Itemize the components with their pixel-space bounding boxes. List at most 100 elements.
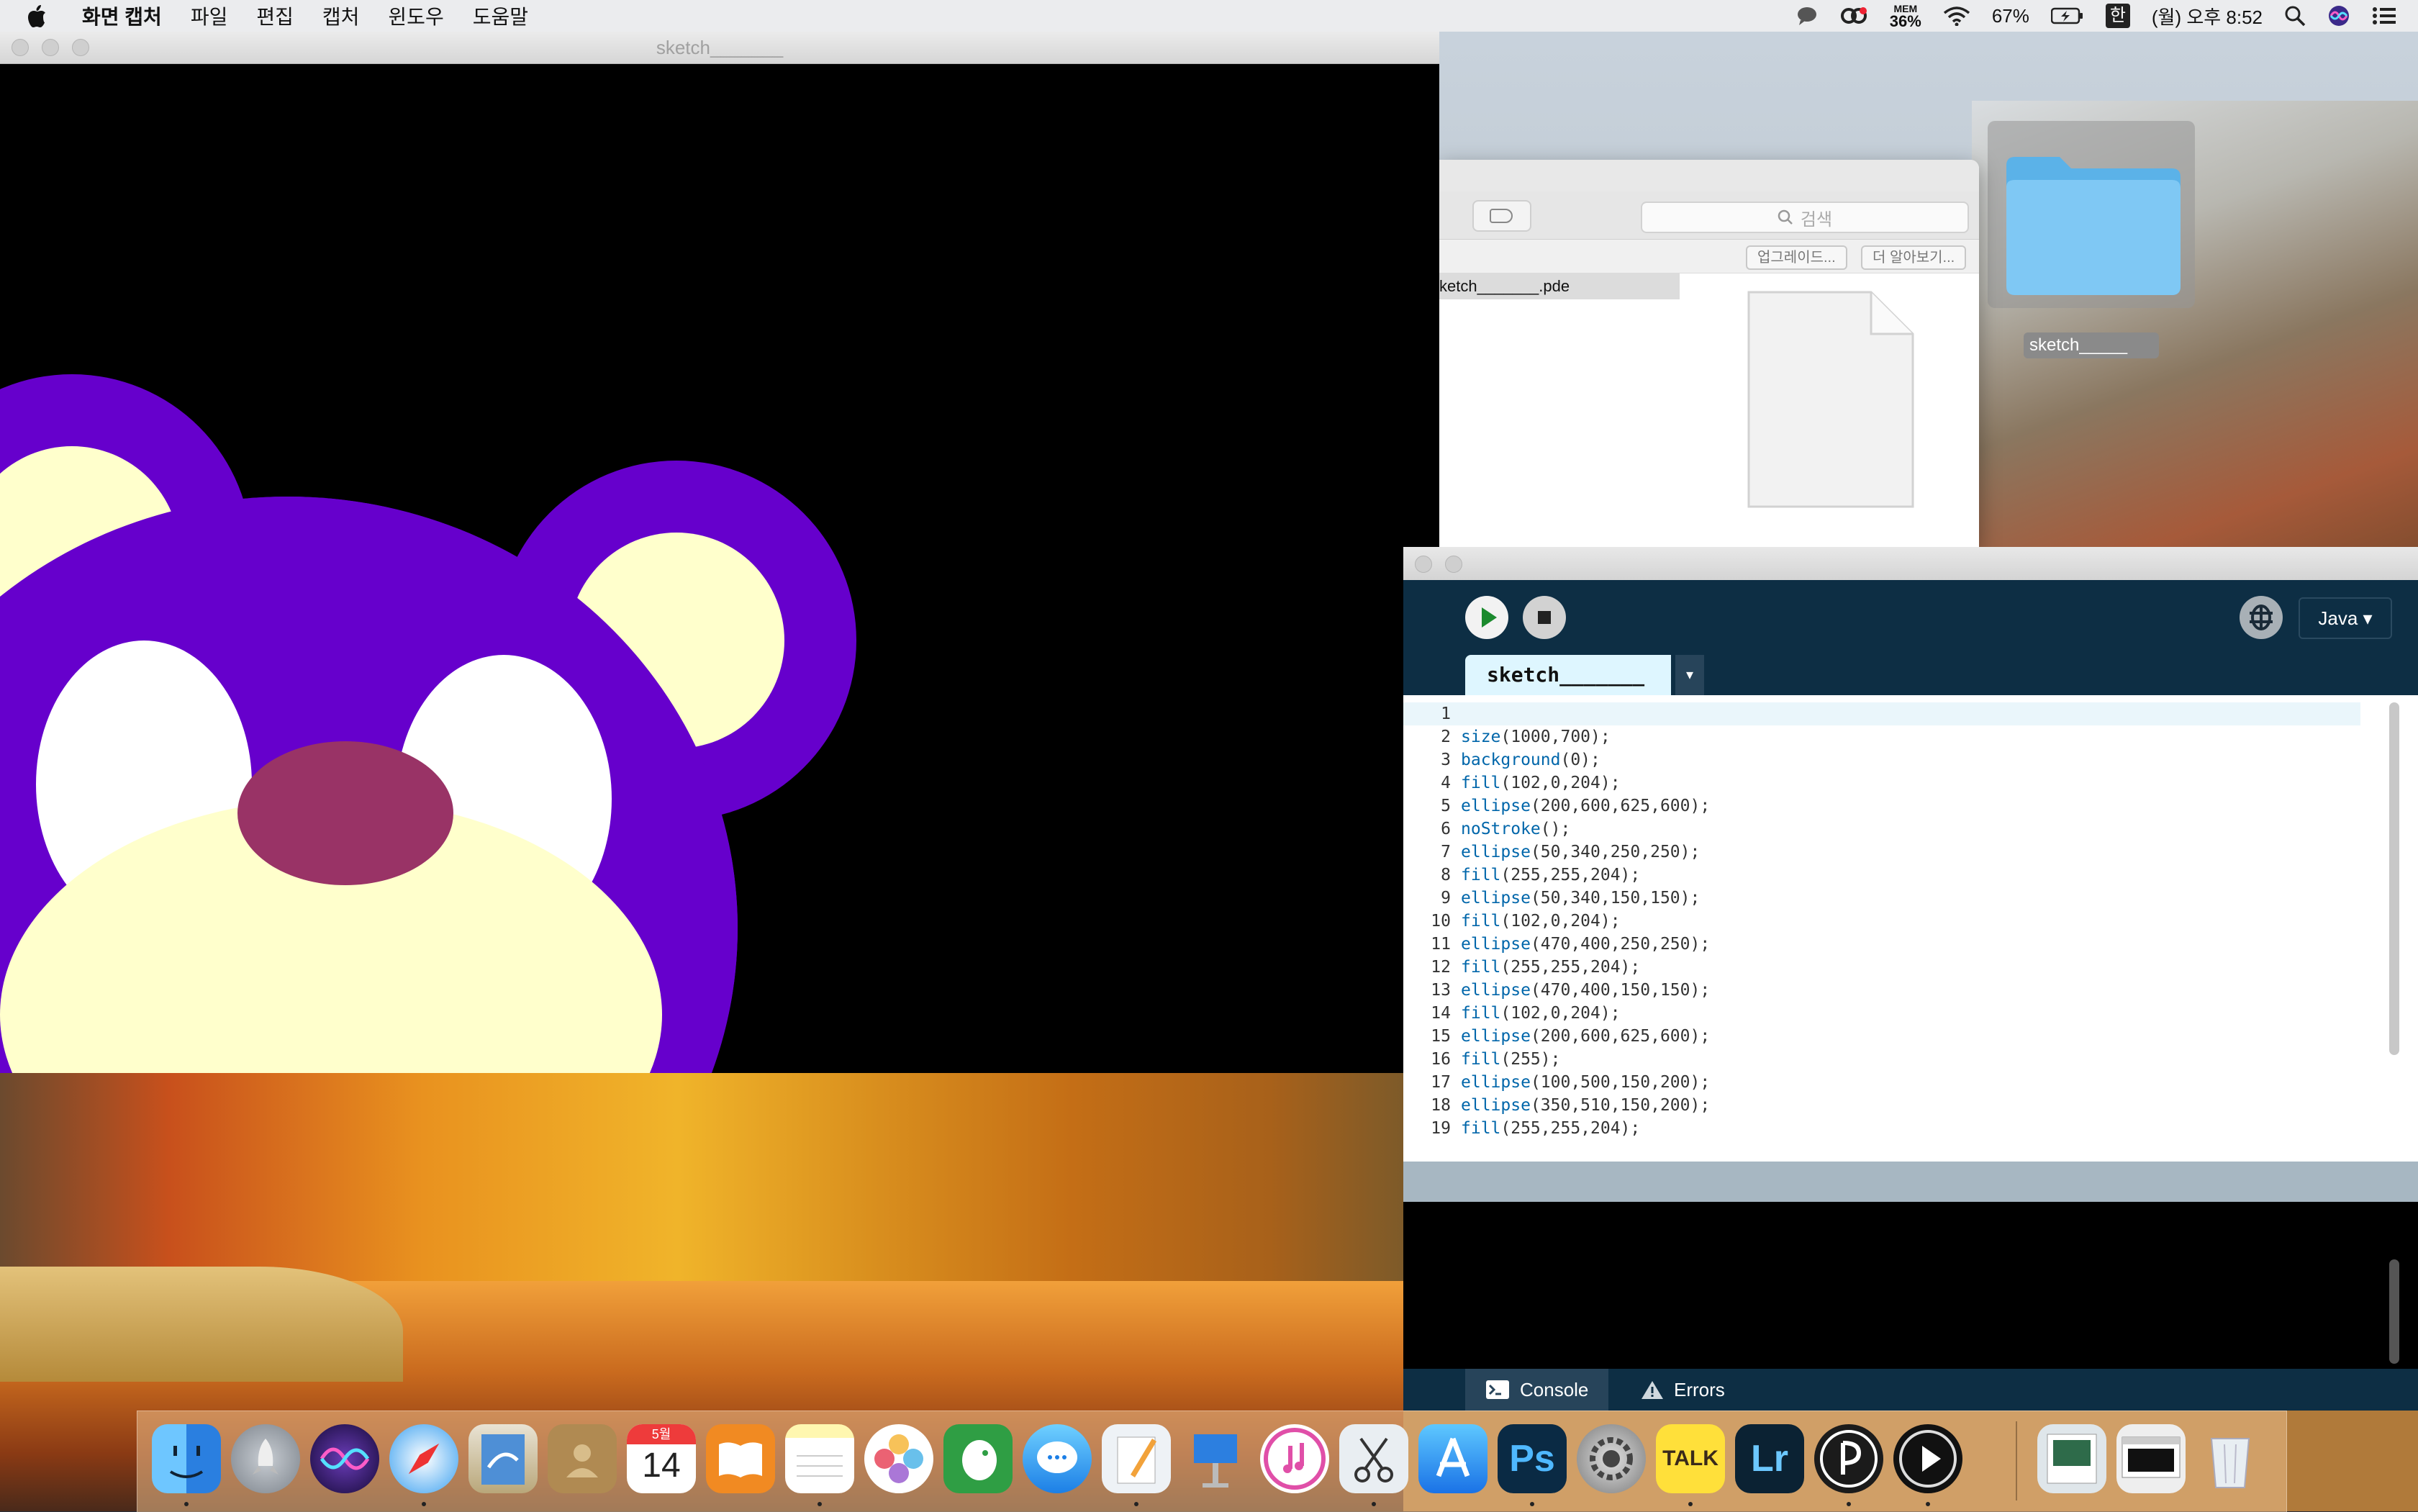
- code-line[interactable]: 17 ellipse(100,500,150,200);: [1403, 1071, 2360, 1094]
- code-line[interactable]: 7 ellipse(50,340,250,250);: [1403, 841, 2360, 864]
- sketch-canvas[interactable]: [0, 64, 1439, 1073]
- menubar-clock[interactable]: (월) 오후 8:52: [2152, 3, 2263, 30]
- code-line[interactable]: 8 fill(255,255,204);: [1403, 864, 2360, 887]
- messages-status-icon[interactable]: [1796, 6, 1818, 26]
- ide-close-button[interactable]: [1415, 556, 1432, 573]
- processing-icon[interactable]: [1814, 1424, 1883, 1493]
- itunes-icon[interactable]: [1260, 1424, 1329, 1493]
- menu-file[interactable]: 파일: [191, 1, 228, 30]
- notes-icon[interactable]: [785, 1424, 854, 1493]
- wifi-icon[interactable]: [1943, 6, 1970, 26]
- spotlight-search-icon[interactable]: [2284, 5, 2306, 27]
- battery-icon[interactable]: [2050, 6, 2084, 25]
- code-function: fill: [1461, 958, 1501, 977]
- code-line[interactable]: 11 ellipse(470,400,250,250);: [1403, 933, 2360, 956]
- errors-tab[interactable]: Errors: [1641, 1369, 1725, 1411]
- mail-icon[interactable]: [468, 1424, 538, 1493]
- keynote-icon[interactable]: [1181, 1424, 1250, 1493]
- kakaotalk-icon[interactable]: TALK: [1656, 1424, 1725, 1493]
- wallpaper-grass: [0, 1267, 403, 1382]
- notification-center-icon[interactable]: [2372, 6, 2396, 25]
- finder-search-field[interactable]: 검색: [1641, 202, 1969, 233]
- desktop-folder[interactable]: sketch_____: [1988, 121, 2195, 358]
- line-number: 17: [1431, 1073, 1451, 1092]
- documents-stack-icon[interactable]: [2116, 1424, 2186, 1493]
- menu-capture[interactable]: 캡처: [322, 1, 360, 30]
- console-tab[interactable]: Console: [1465, 1369, 1609, 1411]
- memory-monitor[interactable]: MEM 36%: [1890, 3, 1921, 30]
- code-editor[interactable]: 1 2 size(1000,700); 3 background(0); 4 fill(10…: [1403, 695, 2418, 1162]
- ide-minimize-button[interactable]: [1445, 556, 1462, 573]
- calendar-icon[interactable]: 5월 14: [627, 1424, 696, 1493]
- creative-cloud-icon[interactable]: [1839, 5, 1868, 27]
- menu-edit[interactable]: 편집: [256, 1, 294, 30]
- run-button[interactable]: [1465, 596, 1508, 639]
- open-book-icon: [719, 1442, 762, 1477]
- contacts-icon[interactable]: [548, 1424, 617, 1493]
- app-store-icon[interactable]: [1418, 1424, 1488, 1493]
- menu-window[interactable]: 윈도우: [388, 1, 443, 30]
- finder-dock-icon[interactable]: [152, 1424, 221, 1493]
- downloads-stack-icon[interactable]: [2037, 1424, 2106, 1493]
- debug-button[interactable]: [2240, 596, 2283, 639]
- evernote-icon[interactable]: [943, 1424, 1013, 1493]
- code-line[interactable]: 13 ellipse(470,400,150,150);: [1403, 979, 2360, 1002]
- running-indicator: [184, 1502, 189, 1506]
- siri-dock-icon[interactable]: [310, 1424, 379, 1493]
- code-line[interactable]: 5 ellipse(200,600,625,600);: [1403, 795, 2360, 818]
- folder-label[interactable]: sketch_____: [2024, 332, 2159, 358]
- lightroom-icon[interactable]: Lr: [1735, 1424, 1804, 1493]
- code-line[interactable]: 2 size(1000,700);: [1403, 725, 2360, 748]
- mode-selector[interactable]: Java ▾: [2299, 597, 2392, 639]
- trash-icon[interactable]: [2196, 1424, 2265, 1493]
- menu-help[interactable]: 도움말: [473, 1, 528, 30]
- code-line[interactable]: 19 fill(255,255,204);: [1403, 1117, 2360, 1140]
- books-icon[interactable]: [706, 1424, 775, 1493]
- code-line[interactable]: 12 fill(255,255,204);: [1403, 956, 2360, 979]
- editor-scrollbar[interactable]: [2389, 702, 2399, 1055]
- apple-menu-icon[interactable]: [26, 4, 47, 28]
- code-function: ellipse: [1461, 1096, 1531, 1115]
- sketch-tab[interactable]: sketch_______: [1465, 655, 1671, 695]
- screenshot-app-icon[interactable]: [1339, 1424, 1408, 1493]
- siri-icon[interactable]: [2327, 4, 2350, 27]
- photoshop-icon[interactable]: Ps: [1498, 1424, 1567, 1493]
- ide-titlebar[interactable]: sketch_______ | Processing 3.3.7: [1403, 547, 2418, 600]
- code-line[interactable]: 14 fill(102,0,204);: [1403, 1002, 2360, 1025]
- code-line[interactable]: 15 ellipse(200,600,625,600);: [1403, 1025, 2360, 1048]
- safari-icon[interactable]: [389, 1424, 458, 1493]
- code-line[interactable]: 9 ellipse(50,340,150,150);: [1403, 887, 2360, 910]
- media-player-icon[interactable]: [1893, 1424, 1962, 1493]
- battery-percent[interactable]: 67%: [1992, 5, 2029, 27]
- console-output[interactable]: [1403, 1202, 2418, 1369]
- file-row-pde[interactable]: ketch_______.pde: [1439, 273, 1680, 299]
- code-line[interactable]: 18 ellipse(350,510,150,200);: [1403, 1094, 2360, 1117]
- code-line[interactable]: 16 fill(255);: [1403, 1048, 2360, 1071]
- tag-icon: [1490, 209, 1513, 223]
- tag-button[interactable]: [1472, 200, 1531, 232]
- code-line[interactable]: 1: [1403, 702, 2360, 725]
- stop-button[interactable]: [1523, 596, 1566, 639]
- code-lines[interactable]: 1 2 size(1000,700); 3 background(0); 4 fill(10…: [1403, 702, 2360, 1140]
- code-args: (1000,700);: [1500, 728, 1611, 746]
- upgrade-button[interactable]: 업그레이드...: [1746, 245, 1847, 270]
- code-line[interactable]: 4 fill(102,0,204);: [1403, 771, 2360, 795]
- messages-dock-icon[interactable]: [1023, 1424, 1092, 1493]
- tab-menu-button[interactable]: ▾: [1675, 655, 1704, 695]
- launchpad-icon[interactable]: [231, 1424, 300, 1493]
- system-preferences-icon[interactable]: [1577, 1424, 1646, 1493]
- code-function: fill: [1461, 1004, 1501, 1023]
- pages-icon[interactable]: [1102, 1424, 1171, 1493]
- learn-more-button[interactable]: 더 알아보기...: [1861, 245, 1967, 270]
- code-text: background(0);: [1461, 748, 1600, 771]
- console-scrollbar[interactable]: [2389, 1259, 2399, 1364]
- code-line[interactable]: 6 noStroke();: [1403, 818, 2360, 841]
- line-number: 2: [1441, 728, 1451, 746]
- code-args: (102,0,204);: [1500, 1004, 1621, 1023]
- code-line[interactable]: 10 fill(102,0,204);: [1403, 910, 2360, 933]
- input-source-indicator[interactable]: 한: [2105, 4, 2130, 28]
- menu-app-name[interactable]: 화면 캡처: [82, 1, 162, 30]
- sketch-window-titlebar[interactable]: sketch_______: [0, 32, 1439, 64]
- code-line[interactable]: 3 background(0);: [1403, 748, 2360, 771]
- photos-icon[interactable]: [864, 1424, 933, 1493]
